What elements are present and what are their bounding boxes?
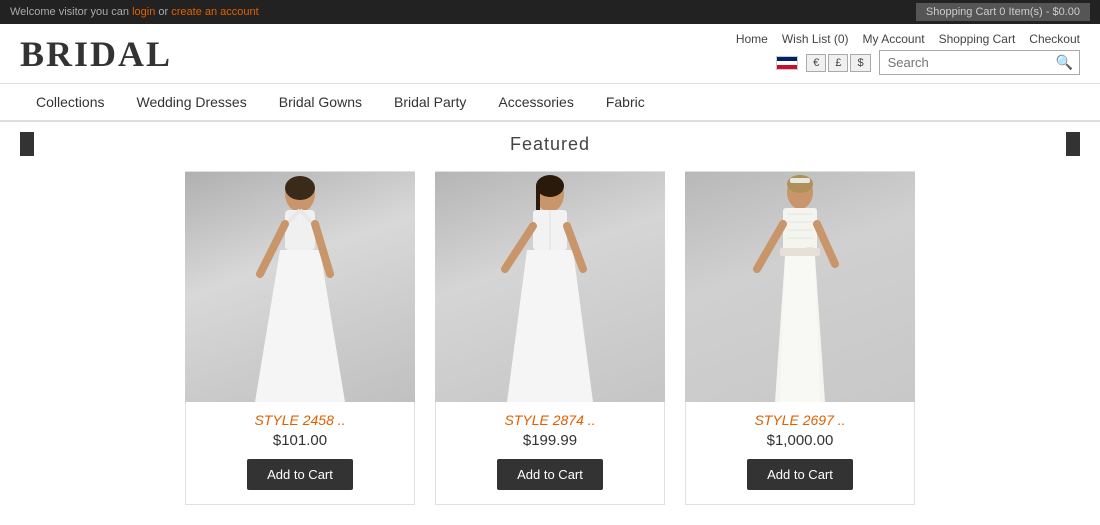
product-card-1: STYLE 2458 .. $101.00 Add to Cart	[185, 171, 415, 505]
welcome-text: Welcome visitor you can	[10, 6, 132, 18]
product-image-2	[435, 172, 665, 402]
product-card-3: STYLE 2697 .. $1,000.00 Add to Cart	[685, 171, 915, 505]
product-price-3: $1,000.00	[767, 432, 834, 449]
featured-bar-left	[20, 132, 34, 156]
currency-dollar[interactable]: $	[850, 54, 870, 72]
shopping-cart-link[interactable]: Shopping Cart	[939, 32, 1016, 46]
nav-wedding-dresses[interactable]: Wedding Dresses	[120, 84, 262, 120]
product-style-2: STYLE 2874 ..	[504, 412, 595, 428]
currency-selector: € £ $	[806, 54, 870, 72]
products-grid: STYLE 2458 .. $101.00 Add to Cart	[20, 171, 1080, 505]
product-price-1: $101.00	[273, 432, 327, 449]
nav-accessories[interactable]: Accessories	[482, 84, 589, 120]
product-price-2: $199.99	[523, 432, 577, 449]
create-account-link[interactable]: create an account	[171, 6, 258, 18]
nav-bridal-party[interactable]: Bridal Party	[378, 84, 482, 120]
home-link[interactable]: Home	[736, 32, 768, 46]
my-account-link[interactable]: My Account	[863, 32, 925, 46]
top-bar: Welcome visitor you can login or create …	[0, 0, 1100, 24]
product-card-2: STYLE 2874 .. $199.99 Add to Cart	[435, 171, 665, 505]
nav-bridal-gowns[interactable]: Bridal Gowns	[263, 84, 378, 120]
header: BRIDAL Home Wish List (0) My Account Sho…	[0, 24, 1100, 84]
header-nav: Home Wish List (0) My Account Shopping C…	[736, 32, 1080, 46]
product-style-1: STYLE 2458 ..	[254, 412, 345, 428]
dress-figure-3	[725, 174, 875, 402]
add-to-cart-2[interactable]: Add to Cart	[497, 459, 603, 490]
featured-bar-right	[1066, 132, 1080, 156]
search-button[interactable]: 🔍	[1050, 51, 1079, 74]
dress-figure-2	[475, 174, 625, 402]
product-image-1	[185, 172, 415, 402]
search-box: 🔍	[879, 50, 1080, 75]
add-to-cart-3[interactable]: Add to Cart	[747, 459, 853, 490]
cart-button[interactable]: Shopping Cart 0 Item(s) - $0.00	[916, 3, 1090, 21]
search-input[interactable]	[880, 52, 1050, 73]
featured-section: Featured	[0, 122, 1100, 525]
nav-collections[interactable]: Collections	[20, 84, 120, 120]
currency-pound[interactable]: £	[828, 54, 848, 72]
currency-euro[interactable]: €	[806, 54, 826, 72]
logo: BRIDAL	[20, 33, 172, 75]
login-link[interactable]: login	[132, 6, 155, 18]
add-to-cart-1[interactable]: Add to Cart	[247, 459, 353, 490]
featured-title: Featured	[34, 134, 1066, 155]
dress-figure-1	[225, 174, 375, 402]
nav-bar: Collections Wedding Dresses Bridal Gowns…	[0, 84, 1100, 122]
welcome-message: Welcome visitor you can login or create …	[10, 6, 259, 18]
product-style-3: STYLE 2697 ..	[754, 412, 845, 428]
wishlist-link[interactable]: Wish List (0)	[782, 32, 849, 46]
nav-fabric[interactable]: Fabric	[590, 84, 661, 120]
featured-header: Featured	[20, 132, 1080, 156]
flag-icon	[776, 56, 798, 70]
product-image-3	[685, 172, 915, 402]
or-text: or	[158, 6, 171, 18]
checkout-link[interactable]: Checkout	[1029, 32, 1080, 46]
header-controls: € £ $ 🔍	[776, 50, 1080, 75]
header-right: Home Wish List (0) My Account Shopping C…	[736, 32, 1080, 75]
